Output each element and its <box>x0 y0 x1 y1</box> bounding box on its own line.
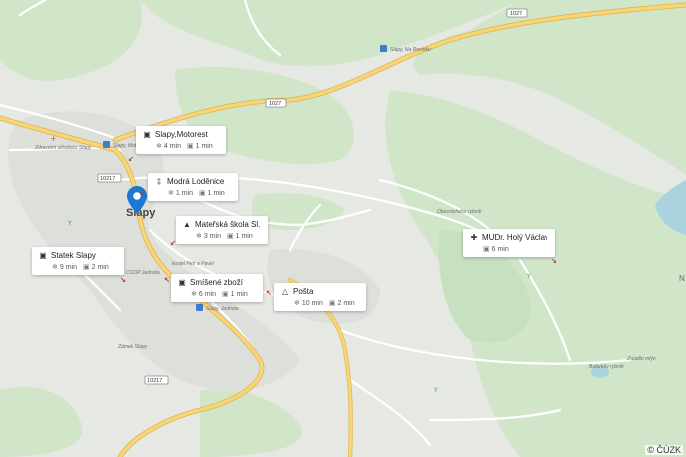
car-icon: ▣ <box>83 264 90 271</box>
walk-time: 1 min <box>175 189 193 197</box>
poi-arrow-icon: ↖ <box>266 290 272 297</box>
cart-icon: ▣ <box>39 251 47 260</box>
bus-stop-icon <box>103 141 110 148</box>
post-icon: △ <box>281 287 289 296</box>
walk-icon: ❄ <box>294 300 300 307</box>
health-center-label: Zdravotní středisko Slapy <box>34 145 92 151</box>
svg-text:1027: 1027 <box>510 11 522 17</box>
coop-label: COOP Jednota <box>126 270 160 276</box>
poi-arrow-icon: ↙ <box>140 190 146 197</box>
car-icon: ▣ <box>222 291 229 298</box>
poi-title: Modrá Loděnice <box>167 177 225 186</box>
car-icon: ▣ <box>483 246 490 253</box>
tree-icon: Y <box>433 387 438 394</box>
poi-card-statek[interactable]: ▣ Statek Slapy ❄ 9 min ▣ 2 min <box>32 247 124 275</box>
cart-icon: ▣ <box>178 278 186 287</box>
svg-text:1027: 1027 <box>269 101 281 107</box>
tree-icon: Y <box>526 273 531 280</box>
school-icon: ▲ <box>183 220 191 229</box>
poi-arrow-icon: ↘ <box>551 258 557 265</box>
walk-icon: ❄ <box>196 233 202 240</box>
poi-card-doctor[interactable]: ✚ MUDr. Holý Václav ▣ 6 min <box>463 229 555 257</box>
map-canvas[interactable]: 1027 1027 10217 10217 Slapy, Na Rovinku … <box>0 0 686 457</box>
drive-time: 1 min <box>230 290 248 298</box>
castle-label: Zámek Slapy <box>117 344 148 350</box>
bus-icon: ▣ <box>143 130 151 139</box>
road-number-1027-mid: 1027 <box>265 98 287 108</box>
poi-card-grocery[interactable]: ▣ Smíšené zboží ❄ 6 min ▣ 1 min <box>171 274 263 302</box>
poi-title: Smíšené zboží <box>190 278 243 287</box>
medical-icon: ✚ <box>470 233 478 242</box>
walk-time: 3 min <box>203 232 221 240</box>
car-icon: ▣ <box>199 190 206 197</box>
drive-time: 1 min <box>207 189 225 197</box>
poi-arrow-icon: ↙ <box>128 156 134 163</box>
bus-stop-label: Slapy, Na Rovinku <box>390 47 431 53</box>
poi-title: Pošta <box>293 287 314 296</box>
walk-icon: ❄ <box>168 190 174 197</box>
walk-icon: ❄ <box>191 291 197 298</box>
drive-time: 2 min <box>337 299 355 307</box>
walk-icon: ❄ <box>156 143 162 150</box>
road-number-10217-bottom: 10217 <box>144 375 169 385</box>
car-icon: ▣ <box>187 143 194 150</box>
poi-card-bus-stop[interactable]: ▣ Slapy,Motorest ❄ 4 min ▣ 1 min <box>136 126 226 154</box>
walk-time: 10 min <box>301 299 323 307</box>
road-number-1027-top: 1027 <box>506 8 528 18</box>
bus-stop-icon <box>380 45 387 52</box>
road-number-10217-left: 10217 <box>97 173 122 183</box>
church-label: kostel Petr a Pavel <box>172 261 215 267</box>
poi-title: Statek Slapy <box>51 251 96 260</box>
drive-time: 6 min <box>491 245 509 253</box>
pond-label: Bufarkův rybník <box>589 363 624 370</box>
poi-card-post-office[interactable]: △ Pošta ❄ 10 min ▣ 2 min <box>274 283 366 311</box>
poi-card-school[interactable]: ▲ Mateřská škola Sl... ❄ 3 min ▣ 1 min <box>176 216 268 244</box>
obora-label: Obecnicheho rybník <box>437 209 482 215</box>
edge-label: N <box>679 274 685 283</box>
poi-title: MUDr. Holý Václav <box>482 233 547 242</box>
svg-text:10217: 10217 <box>147 378 162 384</box>
drive-time: 2 min <box>91 263 109 271</box>
walk-time: 6 min <box>198 290 216 298</box>
drive-time: 1 min <box>195 142 213 150</box>
bus-stop-icon <box>196 304 203 311</box>
restaurant-icon: ‡ <box>156 177 162 186</box>
walk-time: 9 min <box>59 263 77 271</box>
medical-cross-icon: + <box>50 134 57 143</box>
car-icon: ▣ <box>227 233 234 240</box>
poi-title: Mateřská škola Sl... <box>195 220 260 229</box>
tree-icon: Y <box>67 220 72 227</box>
bus-stop-label: Slapy, Jednota <box>206 306 239 312</box>
poi-title: Slapy,Motorest <box>155 130 208 139</box>
walk-time: 4 min <box>163 142 181 150</box>
poi-card-restaurant[interactable]: ‡ Modrá Loděnice ❄ 1 min ▣ 1 min <box>148 173 238 201</box>
walk-icon: ❄ <box>52 264 58 271</box>
zrcadlo-label: Zrcadlo mlýn <box>626 356 656 362</box>
svg-text:10217: 10217 <box>100 176 115 182</box>
drive-time: 1 min <box>235 232 253 240</box>
car-icon: ▣ <box>328 300 336 307</box>
poi-arrow-icon: ↘ <box>120 277 126 284</box>
copyright-notice[interactable]: © ČÚZK <box>645 445 683 455</box>
